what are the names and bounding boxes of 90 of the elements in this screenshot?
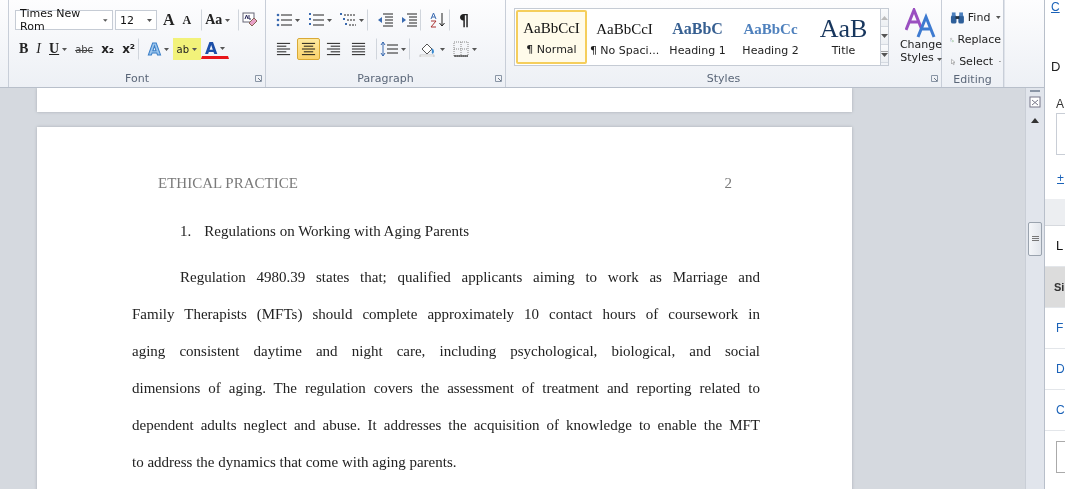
paragraph-line: aging consistent daytime and night care, including psychological, biological, and social: [132, 342, 760, 361]
binoculars-icon: [950, 10, 965, 25]
pane-title: D: [1051, 59, 1062, 74]
caret-icon: [996, 16, 1001, 19]
dialog-launcher-icon: [495, 75, 502, 82]
caret-icon: [327, 18, 332, 22]
find-button[interactable]: Find: [948, 8, 1003, 27]
input-field[interactable]: [1056, 113, 1065, 155]
style-item[interactable]: AaBbCcI ¶ Normal: [516, 10, 587, 64]
style-item[interactable]: AaBbC Heading 1: [662, 10, 733, 64]
change-case-button[interactable]: Aa: [201, 9, 235, 31]
align-center-icon: [301, 41, 316, 57]
align-center-button[interactable]: [297, 38, 320, 60]
pane-list-item[interactable]: Si: [1045, 267, 1065, 308]
show-marks-button[interactable]: ¶: [455, 9, 474, 31]
style-item[interactable]: AaB Title: [808, 10, 879, 64]
paragraph-line: dimensions of aging. The regulation covers the assessment of treatment and reporting related to: [132, 379, 760, 398]
line-spacing-button[interactable]: [376, 38, 410, 60]
shrink-font-button[interactable]: A: [178, 9, 196, 31]
pane-list-item[interactable]: D: [1045, 349, 1065, 390]
header-text: ETHICAL PRACTICE: [158, 175, 298, 192]
font-size-field[interactable]: 12: [115, 10, 157, 30]
group-label: Font: [125, 71, 149, 85]
scroll-thumb[interactable]: [1028, 222, 1042, 256]
group-label: Editing: [953, 72, 992, 86]
down-arrow-icon: [881, 33, 888, 38]
caret-icon: [225, 18, 231, 22]
caret-icon: [62, 47, 68, 51]
caret-icon: [472, 47, 477, 51]
multilevel-list-icon: [340, 12, 356, 28]
more-icon: [881, 50, 888, 57]
increase-indent-icon: [401, 12, 417, 28]
borders-icon: [453, 41, 469, 57]
paint-bucket-icon: [419, 41, 437, 57]
caret-icon: [401, 47, 406, 51]
pane-link[interactable]: C: [1051, 0, 1065, 14]
caret-icon: [220, 46, 226, 50]
input-field[interactable]: [1056, 441, 1065, 473]
list-number: 1.: [180, 223, 192, 240]
replace-button[interactable]: Replace: [948, 30, 1003, 49]
paragraph-line: Regulation 4980.39 states that; qualified applicants aiming to work as Marriage and: [179, 268, 760, 287]
eraser-icon: [242, 12, 259, 28]
bold-button[interactable]: B: [15, 38, 33, 60]
group-label: Paragraph: [357, 71, 414, 85]
caret-icon: [295, 18, 300, 22]
dialog-launcher-icon: [255, 75, 262, 82]
select-button[interactable]: Select: [948, 52, 1003, 71]
font-name-field[interactable]: Times New Rom: [15, 10, 113, 30]
align-justify-icon: [351, 41, 366, 57]
dialog-launcher-icon: [931, 75, 938, 82]
pane-list-item[interactable]: C: [1045, 390, 1065, 431]
numbered-list-icon: [308, 12, 324, 28]
paragraph-line: dependent adults neglect and abuse. It addresses the acquisition of knowledge to enable the MFT: [132, 416, 760, 435]
group-label: Styles: [706, 71, 741, 85]
gallery-more-button[interactable]: [881, 45, 888, 63]
paragraph-line: Family Therapists (MFTs) should complete approximately 10 contact hours of coursework in: [132, 305, 760, 324]
bulleted-list-icon: [276, 12, 292, 28]
style-item[interactable]: AaBbCc Heading 2: [735, 10, 806, 64]
decrease-indent-icon: [377, 12, 393, 28]
grow-font-button[interactable]: A: [159, 9, 179, 31]
change-styles-button[interactable]: Change Styles: [895, 8, 947, 64]
sort-icon: [430, 12, 446, 28]
caret-icon: [440, 47, 445, 51]
italic-button[interactable]: I: [32, 38, 45, 60]
pane-list-item[interactable]: F: [1045, 308, 1065, 349]
caret-icon: [147, 18, 152, 22]
font-color-button[interactable]: A: [201, 39, 230, 59]
paragraph-line: to address the dynamics that come with aging parents.: [132, 453, 458, 472]
align-right-icon: [326, 41, 341, 57]
heading-text: Regulations on Working with Aging Parents: [204, 223, 469, 240]
underline-button[interactable]: U: [45, 38, 72, 60]
page-number: 2: [724, 175, 732, 192]
subscript-button[interactable]: x₂: [97, 38, 119, 60]
letters-icon: [905, 8, 937, 38]
caret-icon: [103, 18, 108, 22]
superscript-button[interactable]: x²: [118, 38, 140, 60]
style-item[interactable]: AaBbCcI ¶ No Spaci...: [589, 10, 660, 64]
caret-icon: [936, 58, 942, 61]
line-spacing-icon: [380, 41, 398, 57]
up-arrow-icon: [1031, 117, 1039, 123]
align-left-icon: [276, 41, 291, 57]
up-arrow-icon: [881, 15, 888, 20]
field-label: A: [1056, 97, 1065, 111]
add-link[interactable]: +: [1057, 171, 1065, 185]
caret-icon: [163, 47, 169, 51]
grip-icon: [1031, 236, 1039, 242]
caret-icon: [359, 18, 364, 22]
strikethrough-button[interactable]: abc: [71, 38, 98, 60]
caret-icon: [192, 47, 197, 51]
highlight-button[interactable]: ab: [172, 38, 201, 60]
